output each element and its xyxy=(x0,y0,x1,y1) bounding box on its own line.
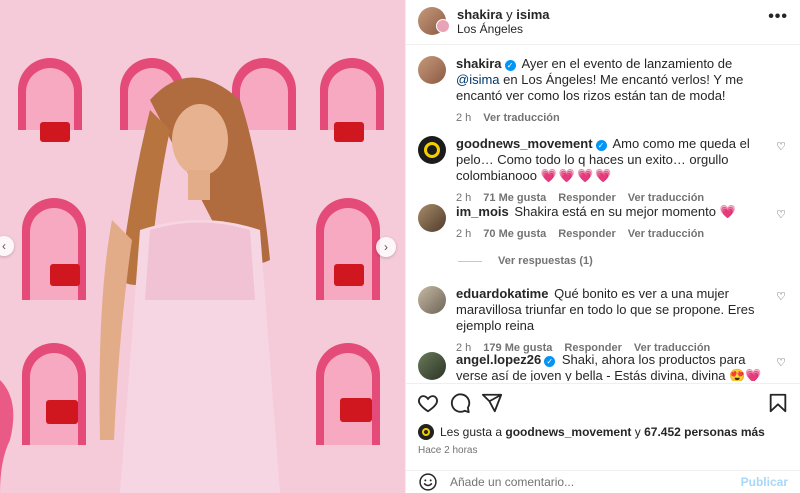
comment-item: goodnews_movement ✓ Amo como me queda el … xyxy=(418,136,790,206)
comment-avatar[interactable] xyxy=(418,352,446,380)
post-image[interactable]: ‹ › xyxy=(0,0,405,493)
comment-item: im_mois Shakira está en su mejor momento… xyxy=(418,204,790,242)
heart-icon[interactable] xyxy=(416,391,440,415)
replies-divider xyxy=(458,260,482,262)
heart-icon[interactable]: ♡ xyxy=(776,290,786,303)
caption-mention[interactable]: @isima xyxy=(456,72,500,87)
comment-input[interactable] xyxy=(450,475,741,489)
liker-avatar[interactable] xyxy=(418,424,434,440)
likes-user[interactable]: goodnews_movement xyxy=(505,425,631,439)
chevron-right-icon[interactable]: › xyxy=(376,237,396,257)
comment-emoji: 💗💗💗💗 xyxy=(540,168,614,183)
comment-age[interactable]: 2 h xyxy=(456,226,471,242)
save-icon[interactable] xyxy=(766,391,790,415)
comment-avatar[interactable] xyxy=(418,286,446,314)
view-replies-label[interactable]: Ver respuestas (1) xyxy=(498,255,593,267)
comment-username[interactable]: eduardokatime xyxy=(456,286,548,301)
likes-conj: y xyxy=(634,425,641,439)
likes-prefix: Les gusta a xyxy=(440,425,503,439)
comment-avatar[interactable] xyxy=(418,204,446,232)
collab-separator: y xyxy=(506,7,513,22)
comment-item: angel.lopez26 ✓ Shaki, ahora los producto… xyxy=(418,352,790,381)
caption-username[interactable]: shakira xyxy=(456,56,502,71)
post-timestamp[interactable]: Hace 2 horas xyxy=(418,445,477,456)
share-icon[interactable] xyxy=(480,391,504,415)
comment-item: eduardokatime Qué bonito es ver a una mu… xyxy=(418,286,790,356)
heart-icon[interactable]: ♡ xyxy=(776,140,786,153)
post-detail-panel: shakira y isima Los Ángeles ••• shakira ✓… xyxy=(405,0,800,493)
emoji-icon[interactable] xyxy=(418,472,438,492)
verified-icon: ✓ xyxy=(504,60,516,71)
caption: shakira ✓ Ayer en el evento de lanzamient… xyxy=(418,56,790,126)
comment-username[interactable]: goodnews_movement xyxy=(456,136,593,151)
comment-translate[interactable]: Ver traducción xyxy=(628,226,704,242)
caption-text-after: en Los Ángeles! Me encantó verlos! Y me … xyxy=(456,72,744,103)
comment-reply-button[interactable]: Responder xyxy=(558,226,615,242)
comment-emoji: 💗 xyxy=(719,204,738,219)
likes-count[interactable]: 67.452 personas más xyxy=(644,425,765,439)
caption-text-before: Ayer en el evento de lanzamiento de xyxy=(518,56,733,71)
verified-icon: ✓ xyxy=(595,140,607,151)
post-location[interactable]: Los Ángeles xyxy=(457,22,550,37)
comments-list[interactable]: shakira ✓ Ayer en el evento de lanzamient… xyxy=(406,46,800,381)
publish-button[interactable]: Publicar xyxy=(741,475,788,489)
comment-avatar[interactable] xyxy=(418,136,446,164)
caption-translate[interactable]: Ver traducción xyxy=(483,110,559,126)
comment-likes[interactable]: 70 Me gusta xyxy=(483,226,546,242)
comment-text: Shakira está en su mejor momento xyxy=(514,204,716,219)
caption-avatar[interactable] xyxy=(418,56,446,84)
comment-username[interactable]: angel.lopez26 xyxy=(456,352,541,367)
heart-icon[interactable]: ♡ xyxy=(776,356,786,369)
caption-age[interactable]: 2 h xyxy=(456,110,471,126)
comment-icon[interactable] xyxy=(448,391,472,415)
verified-icon: ✓ xyxy=(544,356,556,367)
likes-summary: Les gusta a goodnews_movement y 67.452 p… xyxy=(418,424,788,440)
author-username[interactable]: shakira xyxy=(457,7,503,22)
post-header: shakira y isima Los Ángeles ••• xyxy=(406,0,800,45)
collaborator-username[interactable]: isima xyxy=(516,7,549,22)
add-comment-bar: Publicar xyxy=(406,470,800,493)
action-bar xyxy=(406,383,800,421)
photo-illustration xyxy=(0,0,405,493)
view-replies-button[interactable]: Ver respuestas (1) xyxy=(458,255,593,267)
comment-username[interactable]: im_mois xyxy=(456,204,509,219)
more-icon[interactable]: ••• xyxy=(768,8,788,26)
heart-icon[interactable]: ♡ xyxy=(776,208,786,221)
author-avatar[interactable] xyxy=(418,7,450,35)
